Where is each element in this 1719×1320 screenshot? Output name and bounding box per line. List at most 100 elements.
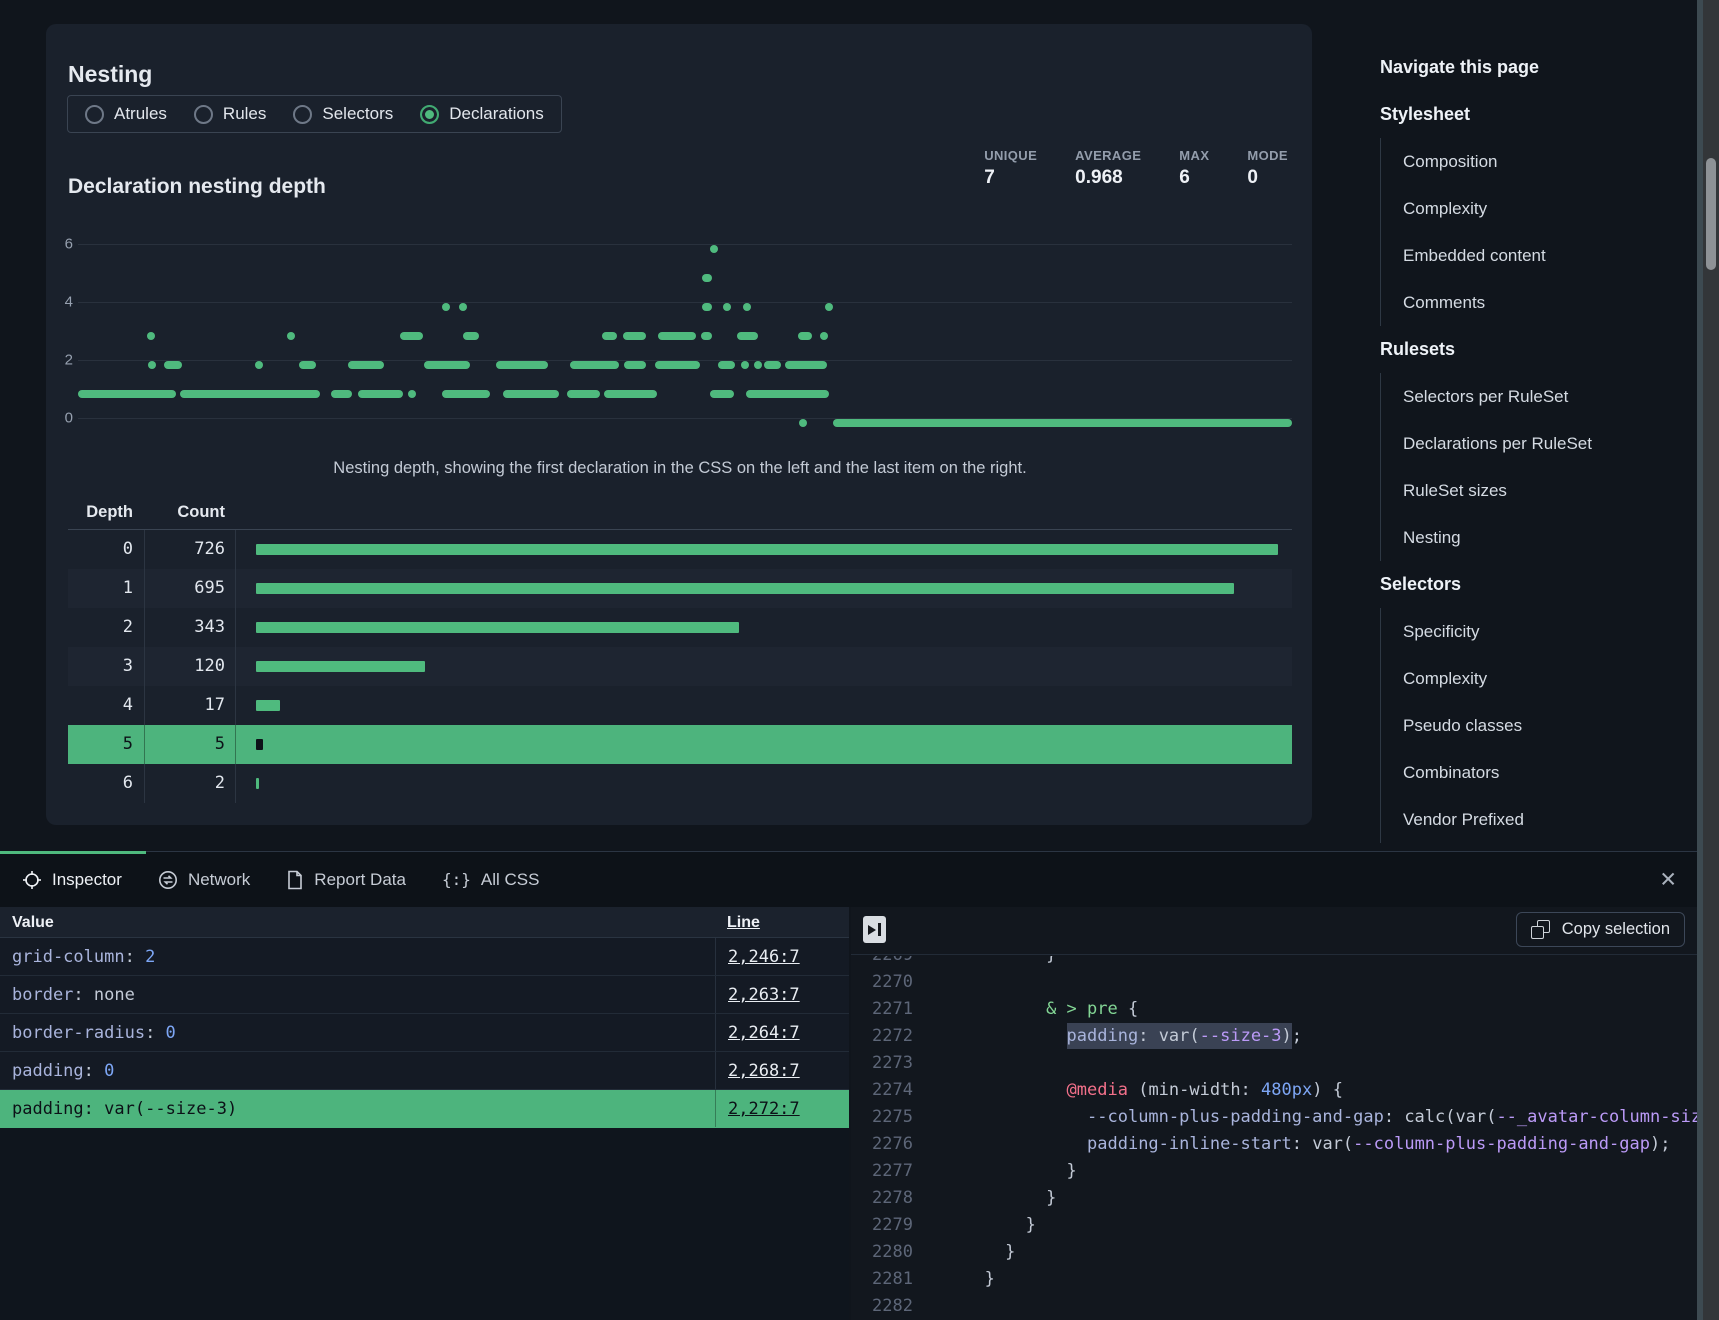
stat-value: 6 <box>1179 167 1209 189</box>
line-link[interactable]: 2,268:7 <box>728 1061 800 1081</box>
count-cell: 17 <box>144 686 225 725</box>
nav-item-vendor-prefixed[interactable]: Vendor Prefixed <box>1403 796 1680 843</box>
code-viewer[interactable]: 2269 }2270 2271 & > pre {2272 padding: v… <box>851 956 1697 1320</box>
table-row[interactable]: 3120 <box>68 647 1292 686</box>
nav-item-complexity[interactable]: Complexity <box>1403 185 1680 232</box>
close-panel-button[interactable]: ✕ <box>1659 867 1677 892</box>
nav-item-specificity[interactable]: Specificity <box>1403 608 1680 655</box>
stat-average: AVERAGE0.968 <box>1075 148 1141 189</box>
code-text: } <box>913 1161 1077 1181</box>
depth-cell: 1 <box>68 569 133 608</box>
inspector-value-panel: Value Line grid-column: 22,246:7border: … <box>0 907 849 1320</box>
declaration-text: padding: var(--size-3) <box>12 1090 237 1128</box>
value-row[interactable]: border-radius: 02,264:7 <box>0 1014 849 1052</box>
code-line: 2277 } <box>851 1158 1697 1185</box>
os-scrollbar[interactable] <box>1703 0 1719 1320</box>
value-row[interactable]: padding: 02,268:7 <box>0 1052 849 1090</box>
value-row[interactable]: border: none2,263:7 <box>0 976 849 1014</box>
stat-value: 7 <box>984 167 1037 189</box>
depth-2-points <box>148 361 156 369</box>
chart-caption: Nesting depth, showing the first declara… <box>68 459 1292 478</box>
depth-cell: 0 <box>68 530 133 569</box>
nav-section-items: Selectors per RuleSetDeclarations per Ru… <box>1380 373 1680 561</box>
nav-item-composition[interactable]: Composition <box>1403 138 1680 185</box>
nav-item-comments[interactable]: Comments <box>1403 279 1680 326</box>
crosshair-icon <box>22 870 42 890</box>
depth-cell: 6 <box>68 764 133 803</box>
value-table-header: Value Line <box>0 907 849 938</box>
braces-icon: {:} <box>442 870 471 889</box>
css-code-panel: Copy selection 2269 }2270 2271 & > pre {… <box>851 907 1697 1320</box>
tab-label: Network <box>188 870 250 890</box>
count-cell: 120 <box>144 647 225 686</box>
line-number: 2271 <box>851 996 913 1023</box>
tab-network[interactable]: Network <box>158 870 250 890</box>
radio-option-rules[interactable]: Rules <box>194 104 266 124</box>
line-link[interactable]: 2,246:7 <box>728 947 800 967</box>
line-number: 2274 <box>851 1077 913 1104</box>
nav-item-embedded-content[interactable]: Embedded content <box>1403 232 1680 279</box>
depth-4-points <box>442 303 450 311</box>
table-row[interactable]: 4 17 <box>68 686 1292 725</box>
depth-4-points <box>459 303 467 311</box>
page: Nesting Atrules Rules Selectors Declaration… <box>0 0 1719 1320</box>
table-row[interactable]: 55 <box>68 725 1292 764</box>
depth-3-points <box>287 332 295 340</box>
code-text: } <box>913 1188 1056 1208</box>
nav-section-items: SpecificityComplexityPseudo classesCombi… <box>1380 608 1680 843</box>
count-cell: 2 <box>144 764 225 803</box>
line-link[interactable]: 2,272:7 <box>728 1099 800 1119</box>
stat-mode: MODE0 <box>1247 148 1288 189</box>
code-line: 2282 <box>851 1293 1697 1320</box>
code-line: 2271 & > pre { <box>851 996 1697 1023</box>
depth-cell: 4 <box>68 686 133 725</box>
line-number: 2280 <box>851 1239 913 1266</box>
tab-list: Inspector Network Report Data {:}All CSS <box>0 852 1697 907</box>
nav-item-nesting[interactable]: Nesting <box>1403 514 1680 561</box>
table-row[interactable]: 2343 <box>68 608 1292 647</box>
nav-item-ruleset-sizes[interactable]: RuleSet sizes <box>1403 467 1680 514</box>
radio-label: Declarations <box>449 104 544 124</box>
table-row[interactable]: 0726 <box>68 530 1292 569</box>
count-bar <box>256 739 263 750</box>
tab-report-data[interactable]: Report Data <box>286 870 406 890</box>
nav-item-combinators[interactable]: Combinators <box>1403 749 1680 796</box>
copy-selection-button[interactable]: Copy selection <box>1516 912 1685 947</box>
copy-icon <box>1531 920 1550 939</box>
tab-inspector[interactable]: Inspector <box>22 870 122 890</box>
table-row[interactable]: 62 <box>68 764 1292 803</box>
depth-2-points <box>785 361 827 369</box>
value-row[interactable]: grid-column: 22,246:7 <box>0 938 849 976</box>
radio-option-declarations[interactable]: Declarations <box>420 104 544 124</box>
nesting-depth-chart: 6420 <box>60 228 1298 438</box>
radio-label: Selectors <box>322 104 393 124</box>
scrollbar-thumb[interactable] <box>1706 158 1716 270</box>
gridline <box>78 302 1292 303</box>
nav-item-complexity[interactable]: Complexity <box>1403 655 1680 702</box>
depth-2-points <box>255 361 263 369</box>
line-link[interactable]: 2,264:7 <box>728 1023 800 1043</box>
line-number: 2270 <box>851 969 913 996</box>
code-text: } <box>913 1242 1015 1262</box>
value-row[interactable]: padding: var(--size-3) 2,272:7 <box>0 1090 849 1128</box>
table-row[interactable]: 1695 <box>68 569 1292 608</box>
line-column-header[interactable]: Line <box>727 907 760 938</box>
depth-2-points <box>718 361 735 369</box>
value-column-header: Value <box>12 907 54 938</box>
nav-item-declarations-per-ruleset[interactable]: Declarations per RuleSet <box>1403 420 1680 467</box>
depth-count-table: DepthCount07261695234331204175562 <box>68 497 1292 803</box>
tab-all-css[interactable]: {:}All CSS <box>442 870 539 890</box>
depth-3-points <box>147 332 155 340</box>
nav-item-selectors-per-ruleset[interactable]: Selectors per RuleSet <box>1403 373 1680 420</box>
line-cell: 2,263:7 <box>715 976 800 1013</box>
expand-panel-button[interactable] <box>863 916 886 943</box>
line-link[interactable]: 2,263:7 <box>728 985 800 1005</box>
line-number: 2273 <box>851 1050 913 1077</box>
nav-item-pseudo-classes[interactable]: Pseudo classes <box>1403 702 1680 749</box>
radio-option-selectors[interactable]: Selectors <box>293 104 393 124</box>
y-tick-label: 0 <box>60 410 73 427</box>
radio-option-atrules[interactable]: Atrules <box>85 104 167 124</box>
metric-radio-group: Atrules Rules Selectors Declarations <box>67 95 562 133</box>
depth-4-points <box>825 303 833 311</box>
code-line: 2273 <box>851 1050 1697 1077</box>
